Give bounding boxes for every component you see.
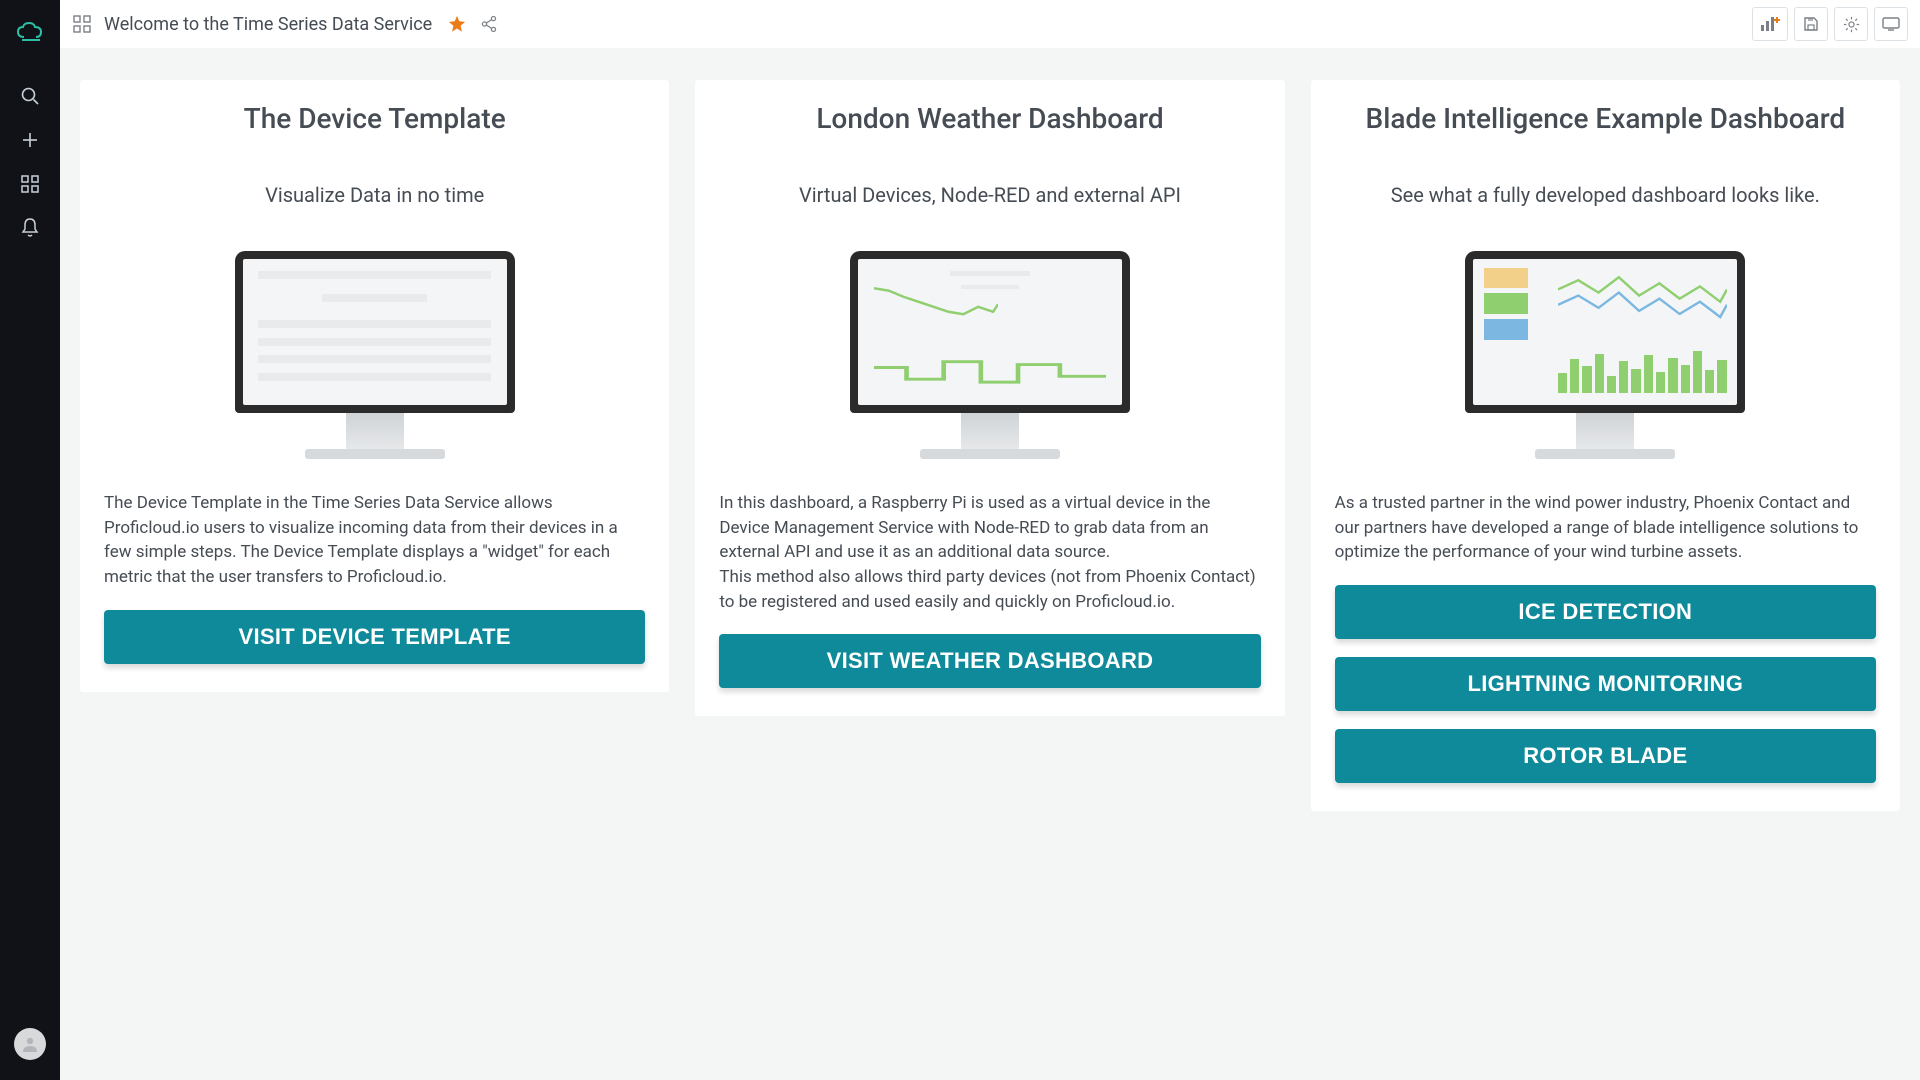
favorite-toggle[interactable] (448, 15, 466, 33)
user-icon (21, 1035, 39, 1053)
add-panel-button[interactable] (1752, 7, 1788, 41)
dashboard-grid: The Device Template Visualize Data in no… (60, 48, 1920, 1080)
panel-blade-intelligence: Blade Intelligence Example Dashboard See… (1311, 80, 1900, 811)
nav-dashboards[interactable] (10, 164, 50, 204)
visit-device-template-button[interactable]: VISIT DEVICE TEMPLATE (104, 610, 645, 664)
panel-mock-screenshot (1465, 251, 1745, 459)
grid-icon (21, 175, 39, 193)
panel-title: Blade Intelligence Example Dashboard (1335, 102, 1876, 135)
user-avatar[interactable] (14, 1028, 46, 1060)
panel-mock-screenshot (235, 251, 515, 459)
cycle-view-button[interactable] (1874, 7, 1908, 41)
topbar: Welcome to the Time Series Data Service (60, 0, 1920, 48)
line-chart-icon (874, 282, 998, 332)
lightning-monitoring-button[interactable]: LIGHTNING MONITORING (1335, 657, 1876, 711)
breadcrumb-dashboards-icon[interactable] (72, 14, 92, 34)
grid-icon (73, 15, 91, 33)
panel-description: The Device Template in the Time Series D… (104, 491, 645, 590)
nav-search[interactable] (10, 76, 50, 116)
panel-subtitle: See what a fully developed dashboard loo… (1335, 183, 1876, 207)
panel-title: London Weather Dashboard (719, 102, 1260, 135)
visit-weather-dashboard-button[interactable]: VISIT WEATHER DASHBOARD (719, 634, 1260, 688)
monitor-icon (1882, 17, 1900, 31)
share-icon (480, 15, 498, 33)
panel-description: As a trusted partner in the wind power i… (1335, 491, 1876, 565)
star-icon (448, 15, 466, 33)
panel-description: In this dashboard, a Raspberry Pi is use… (719, 491, 1260, 614)
gear-icon (1843, 16, 1860, 33)
cloud-logo-icon (16, 21, 44, 43)
dashboard-settings-button[interactable] (1834, 7, 1868, 41)
panel-device-template: The Device Template Visualize Data in no… (80, 80, 669, 692)
save-dashboard-button[interactable] (1794, 7, 1828, 41)
nav-create[interactable] (10, 120, 50, 160)
ice-detection-button[interactable]: ICE DETECTION (1335, 585, 1876, 639)
app-logo[interactable] (14, 16, 46, 48)
panel-weather-dashboard: London Weather Dashboard Virtual Devices… (695, 80, 1284, 716)
bell-icon (21, 218, 39, 238)
share-button[interactable] (480, 15, 498, 33)
multi-line-chart-icon (1558, 268, 1727, 329)
page-title: Welcome to the Time Series Data Service (104, 14, 432, 35)
nav-alerts[interactable] (10, 208, 50, 248)
plus-icon (20, 130, 40, 150)
rotor-blade-button[interactable]: ROTOR BLADE (1335, 729, 1876, 783)
panel-subtitle: Virtual Devices, Node-RED and external A… (719, 183, 1260, 207)
panel-mock-screenshot (850, 251, 1130, 459)
panel-title: The Device Template (104, 102, 645, 135)
left-nav-rail (0, 0, 60, 1080)
save-icon (1803, 16, 1819, 32)
step-chart-icon (874, 350, 1106, 394)
panel-subtitle: Visualize Data in no time (104, 183, 645, 207)
topbar-actions (1752, 7, 1908, 41)
add-panel-icon (1760, 16, 1780, 32)
search-icon (20, 86, 40, 106)
